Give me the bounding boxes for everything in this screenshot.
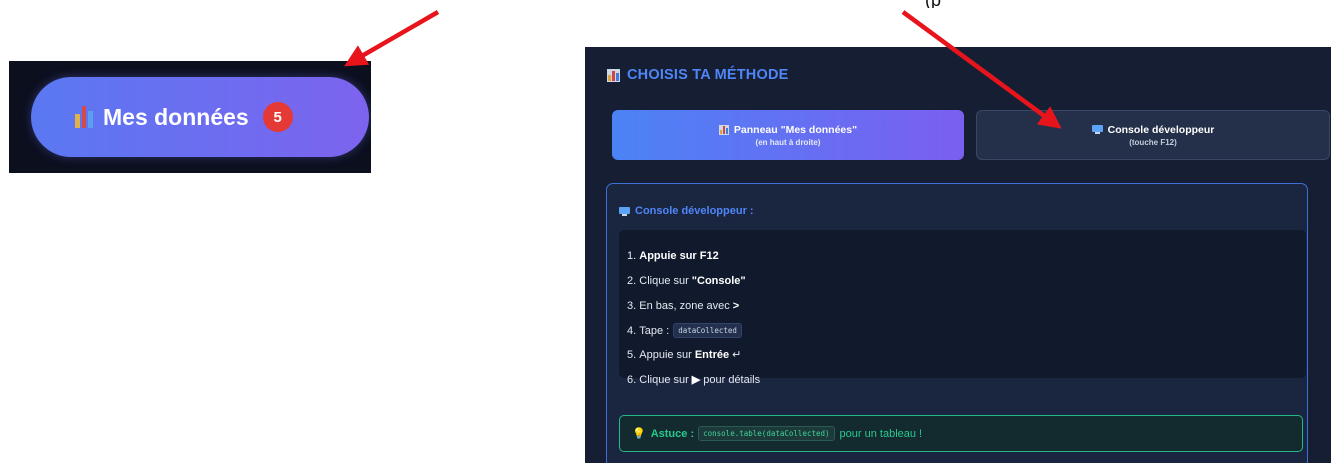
count-badge: 5: [262, 102, 293, 132]
console-heading: Console développeur :: [619, 205, 754, 217]
steps-list: 1. Appuie sur F12 2. Clique sur "Console…: [619, 230, 1306, 386]
method-console-button[interactable]: Console développeur (touche F12): [976, 110, 1330, 160]
monitor-icon: [1091, 125, 1103, 134]
tip-box: 💡 Astuce : console.table(dataCollected) …: [619, 415, 1303, 452]
tip-label: Astuce :: [650, 427, 695, 440]
lightbulb-icon: 💡: [632, 428, 646, 440]
bar-chart-icon: [607, 68, 620, 82]
mes-donnees-label: Mes données: [103, 103, 249, 130]
step-text: Clique sur: [639, 373, 689, 386]
list-item: 6. Clique sur ▶ pour détails: [627, 373, 761, 387]
method-mes-donnees-button[interactable]: Panneau "Mes données" (en haut à droite): [612, 110, 964, 160]
method-sub-text: (en haut à droite): [755, 137, 821, 147]
step-text: Tape :: [639, 324, 670, 337]
list-item: 2. Clique sur "Console": [627, 275, 749, 287]
step-number: 3.: [627, 300, 637, 312]
step-text: Appuie sur: [639, 348, 692, 361]
step-text: pour détails: [703, 373, 761, 386]
step-bold: >: [732, 300, 740, 312]
method-console-label: Console développeur: [1091, 123, 1215, 136]
step-bold: Appuie sur F12: [639, 250, 719, 262]
step-number: 1.: [627, 250, 637, 262]
method-panel: CHOISIS TA MÉTHODE Panneau "Mes données"…: [585, 47, 1331, 463]
list-item: 1. Appuie sur F12: [627, 250, 722, 262]
method-label-text: Console développeur: [1107, 123, 1215, 136]
console-instructions-box: Console développeur : 1. Appuie sur F12 …: [606, 183, 1308, 463]
list-item: 5. Appuie sur Entrée ↵: [627, 348, 742, 362]
panel-title: CHOISIS TA MÉTHODE: [607, 67, 789, 83]
bar-chart-icon: [75, 106, 94, 128]
arrow-to-badge: [344, 10, 440, 67]
method-mes-donnees-label: Panneau "Mes données": [718, 123, 858, 136]
method-label-text: Panneau "Mes données": [733, 123, 858, 136]
step-text: Clique sur: [639, 275, 689, 287]
zoomed-badge-screenshot: Mes données 5: [9, 61, 371, 173]
mes-donnees-button[interactable]: Mes données 5: [31, 77, 369, 157]
step-number: 2.: [627, 275, 637, 287]
panel-title-text: CHOISIS TA MÉTHODE: [627, 67, 789, 83]
clipped-header-text: (p: [925, 0, 1145, 8]
step-number: 5.: [627, 348, 637, 361]
step-text: En bas, zone avec: [639, 300, 730, 312]
tip-text: pour un tableau !: [839, 427, 923, 440]
monitor-icon: [619, 206, 630, 216]
method-sub-text: (touche F12): [1129, 137, 1177, 147]
code-snippet: dataCollected: [673, 323, 742, 338]
list-item: 3. En bas, zone avec >: [627, 300, 742, 312]
step-number: 6.: [627, 373, 637, 386]
enter-key-icon: ↵: [732, 349, 742, 361]
play-triangle-icon: ▶: [691, 374, 701, 386]
step-bold: "Console": [691, 275, 746, 287]
bar-chart-icon: [718, 124, 729, 135]
list-item: 4. Tape : dataCollected: [627, 323, 742, 338]
step-bold: Entrée: [694, 348, 730, 361]
step-number: 4.: [627, 324, 637, 337]
code-snippet: console.table(dataCollected): [698, 426, 835, 441]
console-heading-text: Console développeur :: [635, 205, 754, 217]
